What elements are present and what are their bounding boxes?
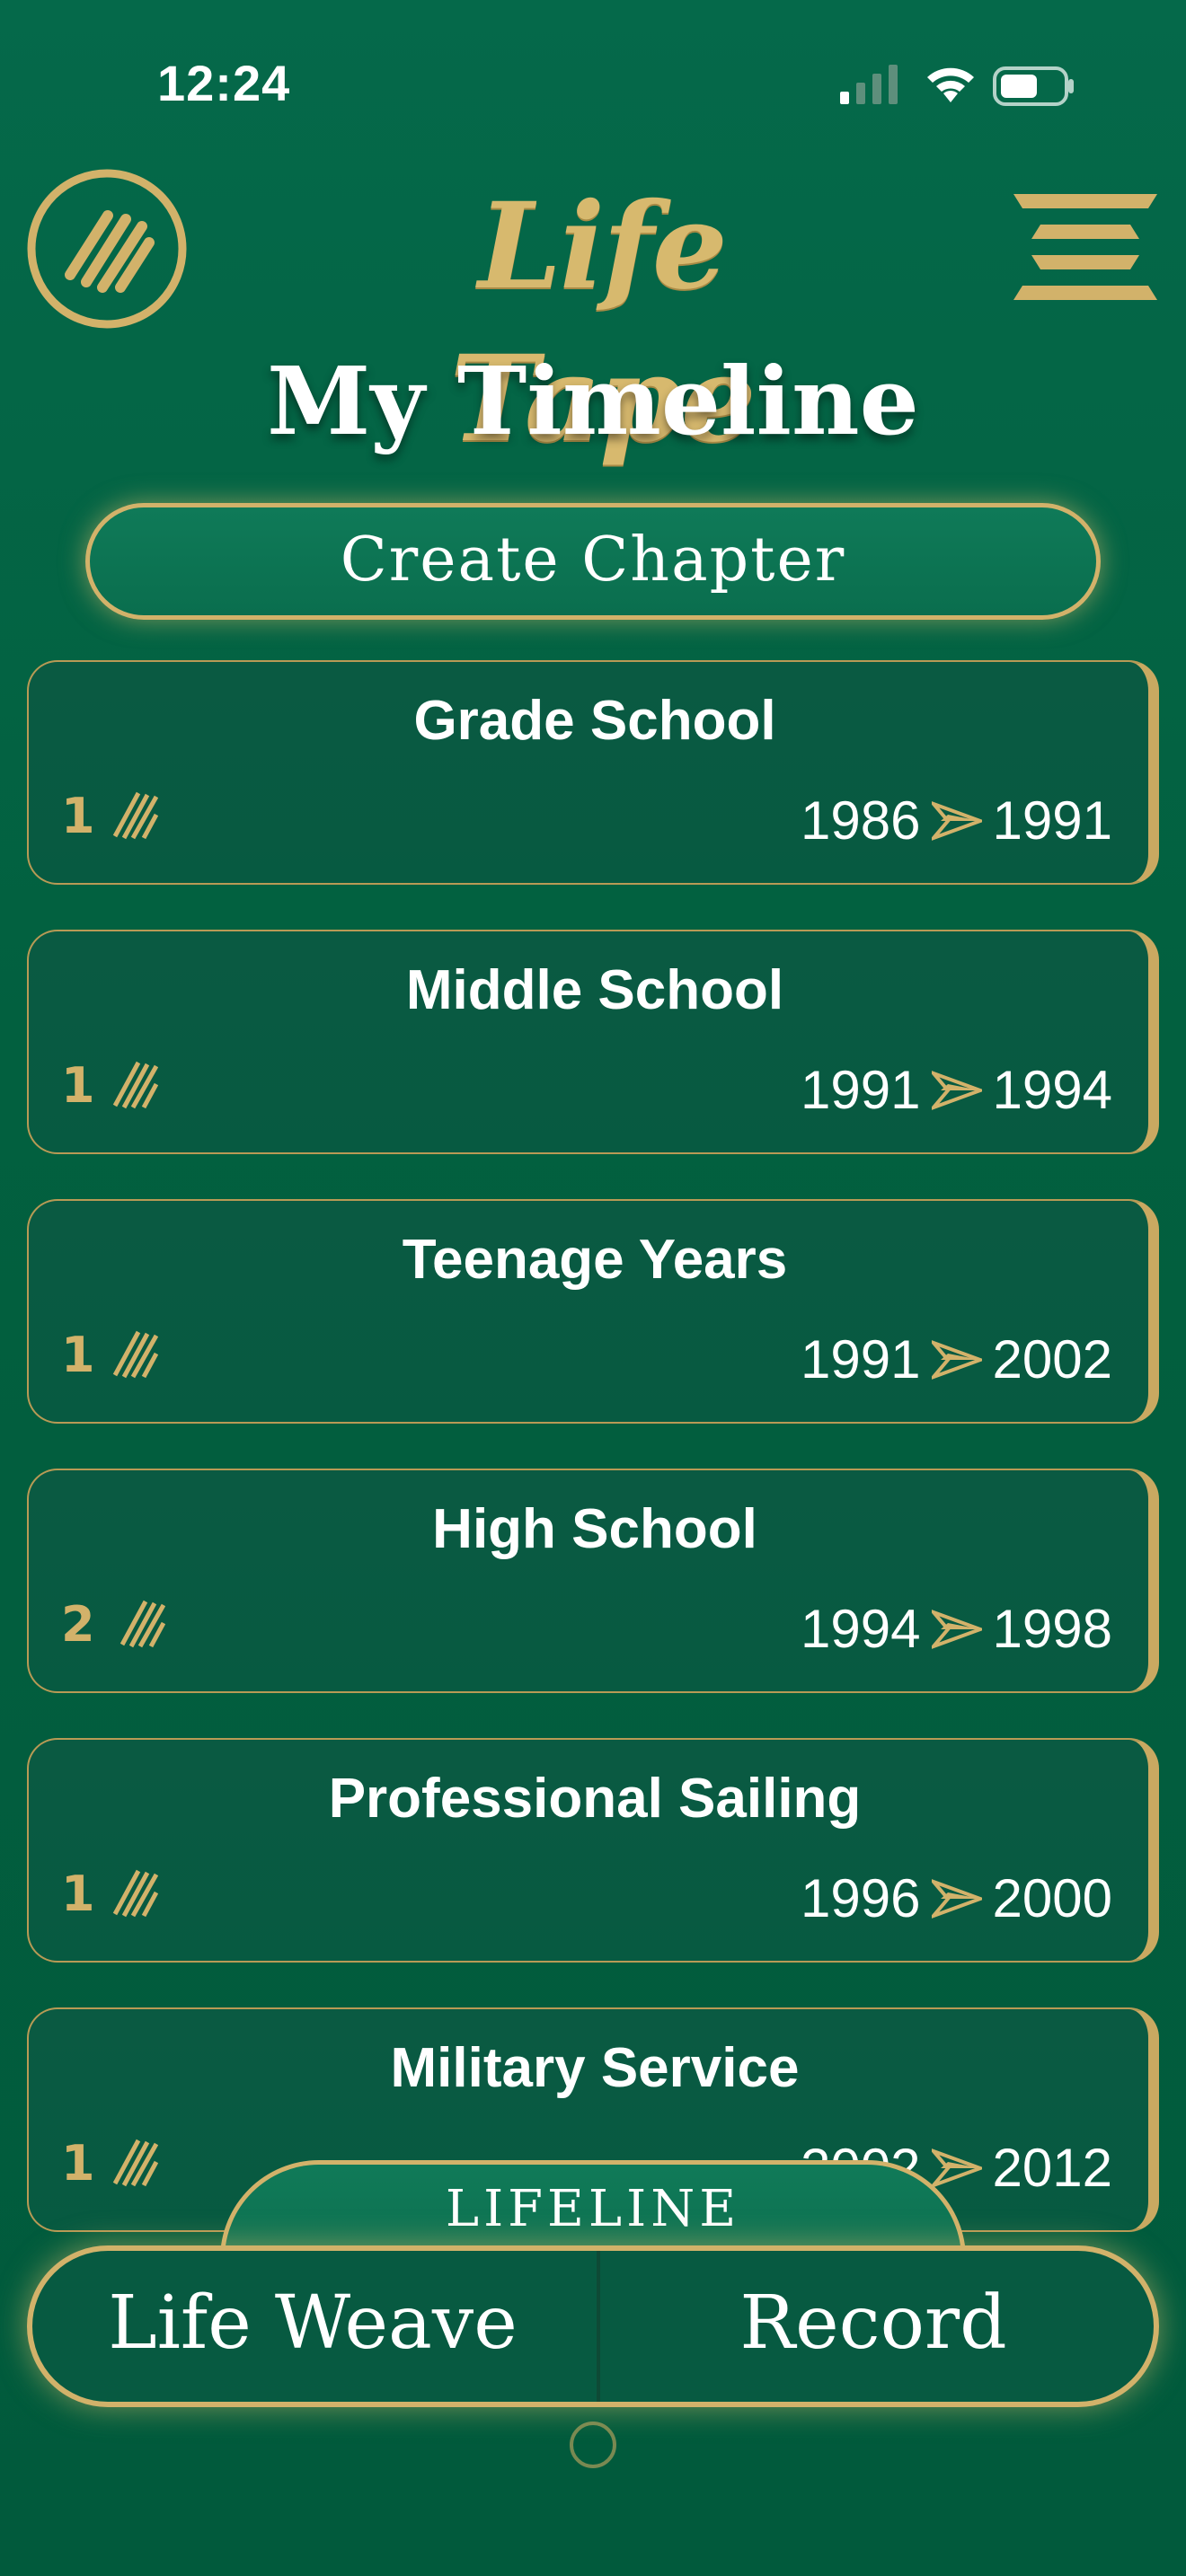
- bottom-nav: Life Weave Record: [27, 2245, 1159, 2407]
- chapter-title: Grade School: [413, 690, 776, 752]
- home-indicator[interactable]: [570, 2422, 616, 2468]
- arrow-right-icon: [931, 2148, 982, 2188]
- chapter-card[interactable]: High School 2 1994 1998: [27, 1469, 1159, 1693]
- tape-icon: [112, 1869, 158, 1918]
- chapter-end-year: 1998: [992, 1599, 1112, 1659]
- chapter-card[interactable]: Teenage Years 1 1991 2002: [27, 1199, 1159, 1424]
- chapter-years: 1991 1994: [801, 1059, 1112, 1121]
- arrow-right-icon: [931, 800, 982, 841]
- chapter-end-year: 2012: [992, 2138, 1112, 2198]
- chapter-years: 1996 2000: [801, 1867, 1112, 1929]
- chapter-count: 1: [61, 1327, 95, 1383]
- page-title: My Timeline: [267, 346, 919, 456]
- tape-icon: [112, 2139, 158, 2187]
- chapter-count: 1: [61, 1866, 95, 1922]
- header: Life Tape: [0, 162, 1186, 469]
- signal-icon: [840, 65, 898, 104]
- chapter-years: 1991 2002: [801, 1328, 1112, 1390]
- life-weave-button[interactable]: Life Weave: [32, 2251, 593, 2402]
- tape-icon: [112, 1061, 158, 1109]
- chapter-title: Professional Sailing: [328, 1768, 862, 1830]
- chapter-years: 1986 1991: [801, 790, 1112, 851]
- chapter-count: 2: [61, 1596, 95, 1653]
- chapter-end-year: 2002: [992, 1329, 1112, 1389]
- chapter-start-year: 1994: [801, 1599, 921, 1659]
- chapter-start-year: 1991: [801, 1329, 921, 1389]
- battery-icon: [993, 66, 1074, 106]
- chapter-title: High School: [432, 1498, 757, 1560]
- status-time: 12:24: [157, 55, 291, 111]
- chapter-card[interactable]: Professional Sailing 1 1996 2000: [27, 1738, 1159, 1963]
- arrow-right-icon: [931, 1609, 982, 1649]
- arrow-right-icon: [931, 1878, 982, 1919]
- chapter-end-year: 1994: [992, 1060, 1112, 1120]
- chapter-title: Military Service: [390, 2037, 800, 2099]
- tape-icon: [119, 1600, 165, 1648]
- arrow-right-icon: [931, 1070, 982, 1110]
- wifi-icon: [927, 67, 974, 102]
- record-button[interactable]: Record: [593, 2251, 1154, 2402]
- menu-icon[interactable]: [1013, 190, 1157, 305]
- arrow-right-icon: [931, 1339, 982, 1380]
- tape-icon: [112, 791, 158, 840]
- chapter-end-year: 1991: [992, 790, 1112, 851]
- status-bar: 12:24: [0, 0, 1186, 171]
- tape-icon: [112, 1330, 158, 1379]
- chapter-title: Middle School: [405, 959, 784, 1021]
- chapter-count: 1: [61, 1057, 95, 1114]
- chapter-card[interactable]: Middle School 1 1991 1994: [27, 930, 1159, 1154]
- chapter-end-year: 2000: [992, 1868, 1112, 1928]
- chapter-count: 1: [61, 788, 95, 844]
- chapter-card[interactable]: Grade School 1 1986 1991: [27, 660, 1159, 885]
- chapter-title: Teenage Years: [402, 1229, 788, 1291]
- tape-logo-icon[interactable]: [25, 167, 189, 331]
- chapter-start-year: 1986: [801, 790, 921, 851]
- create-chapter-button[interactable]: Create Chapter: [85, 503, 1101, 620]
- chapter-start-year: 1991: [801, 1060, 921, 1120]
- chapter-start-year: 1996: [801, 1868, 921, 1928]
- chapter-count: 1: [61, 2135, 95, 2192]
- chapter-years: 1994 1998: [801, 1598, 1112, 1660]
